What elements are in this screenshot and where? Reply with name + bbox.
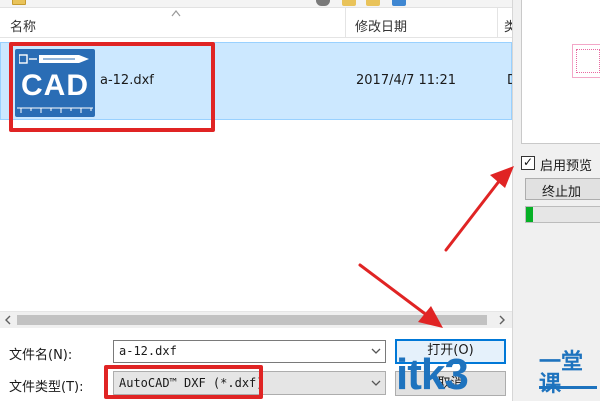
- cad-icon-text: CAD: [21, 69, 89, 102]
- stop-load-button[interactable]: 终止加: [525, 178, 600, 200]
- preview-area: [521, 0, 600, 144]
- drawing-thumbnail: [572, 44, 600, 78]
- checkbox-box[interactable]: ✓: [521, 155, 535, 170]
- pencil-icon: [19, 54, 89, 64]
- scrollbar-thumb[interactable]: [17, 315, 487, 325]
- column-name[interactable]: 名称: [10, 16, 36, 35]
- column-modified[interactable]: 修改日期: [355, 16, 407, 35]
- folder-icon: [12, 0, 26, 5]
- ruler-icon: [17, 107, 93, 113]
- chevron-down-icon[interactable]: [367, 341, 385, 362]
- filetype-select[interactable]: AutoCAD™ DXF (*.dxf): [113, 371, 386, 395]
- new-folder-icon[interactable]: [366, 0, 380, 6]
- column-divider[interactable]: [497, 8, 498, 38]
- up-folder-icon[interactable]: [342, 0, 356, 6]
- sort-up-icon: [171, 10, 181, 17]
- column-divider[interactable]: [345, 8, 346, 38]
- file-list[interactable]: CAD a-12.dxf 2017/4/7 11:21 D: [0, 38, 517, 310]
- site-watermark: itk3 一堂课: [396, 348, 600, 401]
- file-name: a-12.dxf: [100, 73, 154, 88]
- column-header: 名称 修改日期 类: [0, 8, 512, 38]
- path-bar: [0, 0, 512, 8]
- preview-pane: ✓ 启用预览 终止加: [512, 0, 600, 401]
- cad-file-icon: CAD: [15, 49, 95, 117]
- filename-label: 文件名(N):: [9, 348, 73, 363]
- scroll-left-icon[interactable]: [0, 312, 17, 328]
- scroll-right-icon[interactable]: [493, 312, 510, 328]
- progress-fill: [526, 207, 534, 222]
- column-type[interactable]: 类: [504, 16, 512, 35]
- chevron-down-icon[interactable]: [367, 372, 385, 394]
- watermark-underline: [539, 386, 597, 389]
- enable-preview-checkbox[interactable]: ✓ 启用预览: [521, 154, 600, 174]
- watermark-logo: itk3: [396, 350, 469, 399]
- watermark-side-text: 一堂课: [539, 350, 584, 397]
- check-icon: ✓: [523, 155, 534, 169]
- enable-preview-label: 启用预览: [540, 159, 593, 174]
- file-row[interactable]: CAD a-12.dxf 2017/4/7 11:21 D: [0, 42, 517, 120]
- filename-input[interactable]: a-12.dxf: [113, 340, 386, 363]
- file-modified: 2017/4/7 11:21: [356, 73, 456, 88]
- preview-progress-bar: [525, 206, 600, 223]
- back-folder-icon[interactable]: [316, 0, 330, 6]
- view-menu-icon[interactable]: [392, 0, 406, 6]
- horizontal-scrollbar[interactable]: [0, 311, 512, 328]
- filetype-label: 文件类型(T):: [9, 380, 84, 395]
